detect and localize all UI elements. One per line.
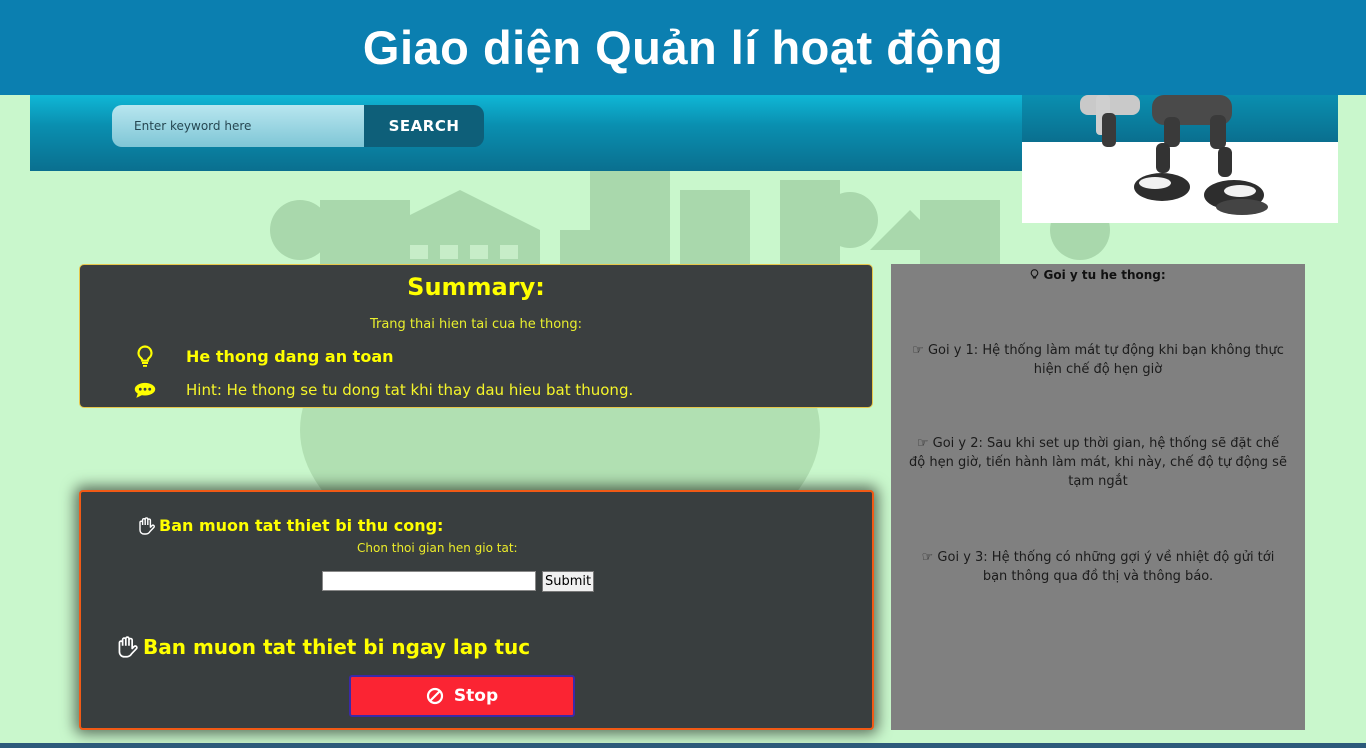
manual-shutdown-label: Ban muon tat thiet bi thu cong: (159, 516, 444, 535)
hint-row: Hint: He thong se tu dong tat khi thay d… (134, 379, 633, 401)
stop-label: Stop (453, 686, 499, 706)
title-banner: Giao diện Quản lí hoạt động (0, 0, 1366, 95)
suggestions-panel: Goi y tu he thong: ☞ Goi y 1: Hệ thống l… (891, 264, 1305, 730)
summary-title: Summary: (407, 273, 545, 301)
suggestions-title-text: Goi y tu he thong: (1043, 268, 1166, 282)
search-bar: SEARCH (112, 105, 484, 147)
hand-point-right-icon: ☞ (921, 550, 938, 565)
page-title: Giao diện Quản lí hoạt động (362, 21, 1004, 74)
summary-subtitle: Trang thai hien tai cua he thong: (369, 317, 583, 332)
search-input[interactable] (112, 105, 364, 147)
suggestion-item: ☞ Goi y 3: Hệ thống có những gợi ý về nh… (921, 550, 1275, 584)
immediate-shutdown-label: Ban muon tat thiet bi ngay lap tuc (143, 635, 531, 659)
suggestions-title: Goi y tu he thong: (891, 268, 1305, 282)
search-button[interactable]: SEARCH (364, 105, 484, 147)
bottom-border (0, 743, 1366, 748)
hand-icon (115, 636, 141, 658)
suggestion-item: ☞ Goi y 1: Hệ thống làm mát tự động khi … (912, 343, 1284, 377)
control-panel: Ban muon tat thiet bi thu cong: Chon tho… (79, 490, 874, 730)
stop-button[interactable]: Stop (349, 675, 575, 717)
lightbulb-icon (1030, 268, 1043, 282)
hand-point-right-icon: ☞ (912, 343, 928, 358)
choose-time-label: Chon thoi gian hen gio tat: (357, 541, 518, 555)
ban-icon (426, 687, 444, 705)
manual-shutdown-heading: Ban muon tat thiet bi thu cong: (137, 516, 443, 535)
status-text: He thong dang an toan (186, 346, 394, 366)
hand-icon (137, 516, 157, 535)
robot-image (1022, 95, 1338, 223)
comment-icon (134, 379, 156, 401)
lightbulb-icon (134, 345, 156, 367)
status-row: He thong dang an toan (134, 345, 394, 367)
immediate-shutdown-heading: Ban muon tat thiet bi ngay lap tuc (115, 635, 530, 659)
shutdown-time-input[interactable] (322, 571, 536, 591)
robot-illustration (1080, 95, 1268, 215)
hint-text: Hint: He thong se tu dong tat khi thay d… (186, 381, 634, 399)
suggestion-item: ☞ Goi y 2: Sau khi set up thời gian, hệ … (909, 436, 1287, 489)
submit-button[interactable]: Submit (542, 571, 595, 592)
summary-panel: Summary: Trang thai hien tai cua he thon… (79, 264, 873, 408)
hand-point-right-icon: ☞ (916, 436, 933, 451)
